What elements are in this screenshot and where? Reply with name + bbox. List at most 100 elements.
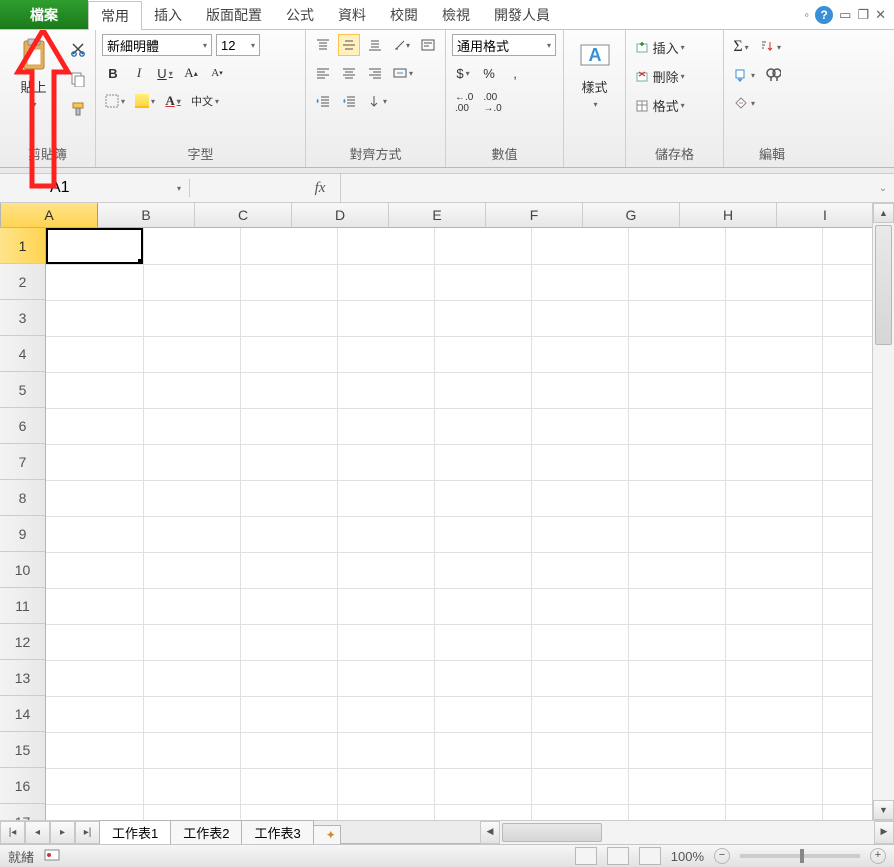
tab-insert[interactable]: 插入 — [142, 0, 194, 29]
row-header-15[interactable]: 15 — [0, 732, 45, 768]
row-header-12[interactable]: 12 — [0, 624, 45, 660]
increase-indent-button[interactable] — [338, 90, 360, 112]
format-cells-button[interactable]: 格式 — [632, 94, 718, 117]
sheet-tab-2[interactable]: 工作表2 — [170, 820, 242, 844]
underline-button[interactable]: U — [154, 62, 176, 84]
formula-bar-expand[interactable]: ⌄ — [872, 183, 894, 194]
scroll-up-button[interactable]: ▲ — [873, 203, 894, 223]
scroll-right-button[interactable]: ▶ — [874, 821, 894, 844]
row-header-16[interactable]: 16 — [0, 768, 45, 804]
view-normal-button[interactable] — [575, 847, 597, 865]
window-minimize-icon[interactable]: ▭ — [839, 7, 851, 23]
row-header-3[interactable]: 3 — [0, 300, 45, 336]
horizontal-scrollbar[interactable]: ◀ ▶ — [480, 821, 894, 844]
zoom-level[interactable]: 100% — [671, 849, 704, 864]
clear-button[interactable] — [730, 92, 758, 114]
vscroll-thumb[interactable] — [875, 225, 892, 345]
row-header-9[interactable]: 9 — [0, 516, 45, 552]
sheet-nav-first[interactable]: |◂ — [0, 821, 25, 844]
font-color-button[interactable]: A — [162, 90, 184, 112]
help-icon[interactable]: ? — [815, 6, 833, 24]
scroll-down-button[interactable]: ▼ — [873, 800, 894, 820]
cut-icon[interactable] — [67, 38, 89, 60]
zoom-out-button[interactable]: − — [714, 848, 730, 864]
percent-button[interactable]: % — [478, 62, 500, 84]
comma-button[interactable]: , — [504, 62, 526, 84]
row-header-6[interactable]: 6 — [0, 408, 45, 444]
text-direction-button[interactable] — [364, 90, 390, 112]
number-format-select[interactable]: 通用格式▾ — [452, 34, 556, 56]
sheet-tab-1[interactable]: 工作表1 — [99, 820, 171, 844]
cells-area[interactable] — [46, 228, 872, 820]
row-header-4[interactable]: 4 — [0, 336, 45, 372]
align-left-button[interactable] — [312, 62, 334, 84]
format-painter-icon[interactable] — [67, 98, 89, 120]
sheet-nav-next[interactable]: ▸ — [50, 821, 75, 844]
delete-cells-button[interactable]: 刪除 — [632, 65, 718, 88]
tab-developer[interactable]: 開發人員 — [482, 0, 562, 29]
tab-file[interactable]: 檔案 — [0, 0, 88, 29]
column-header-B[interactable]: B — [98, 203, 195, 227]
align-middle-button[interactable] — [338, 34, 360, 56]
row-header-8[interactable]: 8 — [0, 480, 45, 516]
sheet-nav-prev[interactable]: ◂ — [25, 821, 50, 844]
merge-center-button[interactable] — [390, 62, 416, 84]
zoom-slider[interactable] — [740, 854, 860, 858]
hscroll-thumb[interactable] — [502, 823, 602, 842]
insert-cells-button[interactable]: 插入 — [632, 36, 718, 59]
autosum-button[interactable]: Σ — [730, 36, 752, 58]
accounting-button[interactable]: $ — [452, 62, 474, 84]
phonetic-button[interactable]: 中文 — [188, 90, 222, 112]
column-header-F[interactable]: F — [486, 203, 583, 227]
align-top-button[interactable] — [312, 34, 334, 56]
cell-styles-button[interactable]: A 樣式 — [570, 34, 619, 112]
zoom-in-button[interactable]: + — [870, 848, 886, 864]
column-header-H[interactable]: H — [680, 203, 777, 227]
row-header-13[interactable]: 13 — [0, 660, 45, 696]
wrap-text-button[interactable] — [417, 34, 439, 56]
formula-input[interactable] — [340, 174, 872, 202]
row-header-7[interactable]: 7 — [0, 444, 45, 480]
grow-font-button[interactable]: A▴ — [180, 62, 202, 84]
column-header-E[interactable]: E — [389, 203, 486, 227]
italic-button[interactable]: I — [128, 62, 150, 84]
border-button[interactable] — [102, 90, 128, 112]
window-close-icon[interactable]: ✕ — [875, 7, 886, 23]
view-page-layout-button[interactable] — [607, 847, 629, 865]
row-header-1[interactable]: 1 — [0, 228, 45, 264]
increase-decimal-button[interactable]: ←.0.00 — [452, 90, 476, 116]
vertical-scrollbar[interactable]: ▲ ▼ — [872, 203, 894, 820]
find-select-button[interactable] — [762, 64, 784, 86]
orientation-button[interactable] — [390, 34, 413, 56]
align-bottom-button[interactable] — [364, 34, 386, 56]
window-restore-icon[interactable]: ❐ — [857, 7, 869, 23]
row-header-14[interactable]: 14 — [0, 696, 45, 732]
sheet-nav-last[interactable]: ▸| — [75, 821, 100, 844]
column-header-C[interactable]: C — [195, 203, 292, 227]
tab-review[interactable]: 校閱 — [378, 0, 430, 29]
row-header-10[interactable]: 10 — [0, 552, 45, 588]
column-header-G[interactable]: G — [583, 203, 680, 227]
fill-color-button[interactable] — [132, 90, 158, 112]
tab-page-layout[interactable]: 版面配置 — [194, 0, 274, 29]
decrease-indent-button[interactable] — [312, 90, 334, 112]
bold-button[interactable]: B — [102, 62, 124, 84]
tab-formulas[interactable]: 公式 — [274, 0, 326, 29]
name-box[interactable]: A1▾ — [0, 179, 190, 197]
tab-view[interactable]: 檢視 — [430, 0, 482, 29]
view-page-break-button[interactable] — [639, 847, 661, 865]
shrink-font-button[interactable]: A▾ — [206, 62, 228, 84]
row-header-5[interactable]: 5 — [0, 372, 45, 408]
scroll-left-button[interactable]: ◀ — [480, 821, 500, 844]
column-header-D[interactable]: D — [292, 203, 389, 227]
align-right-button[interactable] — [364, 62, 386, 84]
row-header-2[interactable]: 2 — [0, 264, 45, 300]
tab-data[interactable]: 資料 — [326, 0, 378, 29]
align-center-button[interactable] — [338, 62, 360, 84]
sheet-tab-3[interactable]: 工作表3 — [241, 820, 313, 844]
copy-icon[interactable] — [67, 68, 89, 90]
new-sheet-button[interactable]: ✦ — [313, 825, 341, 844]
column-header-I[interactable]: I — [777, 203, 872, 227]
row-header-11[interactable]: 11 — [0, 588, 45, 624]
column-header-A[interactable]: A — [1, 203, 98, 227]
